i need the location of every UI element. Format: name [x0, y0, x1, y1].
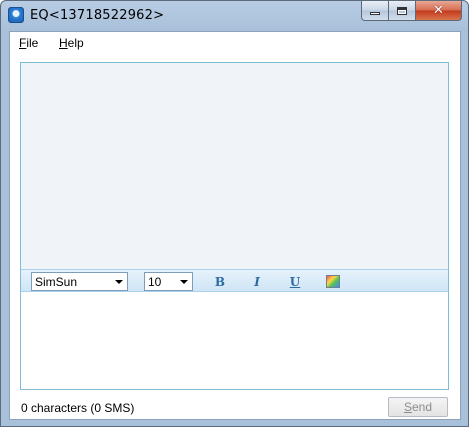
caption-buttons: ✕ [361, 1, 462, 21]
message-history-pane[interactable] [20, 62, 449, 269]
maximize-icon [397, 6, 407, 15]
status-bar: 0 characters (0 SMS) Send [10, 394, 460, 420]
app-logo-icon [8, 7, 24, 23]
menu-file-label: ile [26, 36, 39, 50]
app-window: EQ<13718522962> ✕ File Help SimSun 10 B … [0, 0, 469, 427]
send-mnemonic: S [403, 400, 412, 414]
font-family-select[interactable]: SimSun [31, 272, 128, 291]
font-size-select[interactable]: 10 [144, 272, 193, 291]
send-button[interactable]: Send [388, 397, 448, 417]
chevron-down-icon [180, 280, 188, 284]
font-size-value: 10 [148, 275, 162, 289]
format-toolbar: SimSun 10 B I U [20, 269, 449, 292]
window-title: EQ<13718522962> [30, 8, 165, 23]
send-label: end [411, 400, 433, 414]
character-count: 0 characters (0 SMS) [21, 401, 135, 415]
bold-button[interactable]: B [211, 273, 229, 290]
menu-file[interactable]: File [19, 36, 38, 50]
maximize-button[interactable] [389, 1, 416, 21]
title-bar[interactable]: EQ<13718522962> ✕ [1, 1, 468, 31]
chevron-down-icon [115, 280, 123, 284]
menu-help[interactable]: Help [59, 36, 84, 50]
font-family-value: SimSun [35, 275, 78, 289]
close-icon: ✕ [433, 3, 444, 18]
client-area: File Help SimSun 10 B I U 0 characters (… [9, 31, 461, 420]
italic-button[interactable]: I [248, 273, 266, 290]
menu-help-mnemonic: H [59, 36, 68, 50]
minimize-icon [370, 12, 380, 15]
menu-bar: File Help [10, 32, 460, 54]
message-input[interactable] [20, 292, 449, 390]
close-button[interactable]: ✕ [416, 1, 462, 21]
text-color-button[interactable] [324, 273, 342, 290]
text-color-icon [326, 275, 340, 288]
menu-help-label: elp [67, 36, 84, 50]
underline-button[interactable]: U [286, 273, 304, 290]
minimize-button[interactable] [361, 1, 389, 21]
